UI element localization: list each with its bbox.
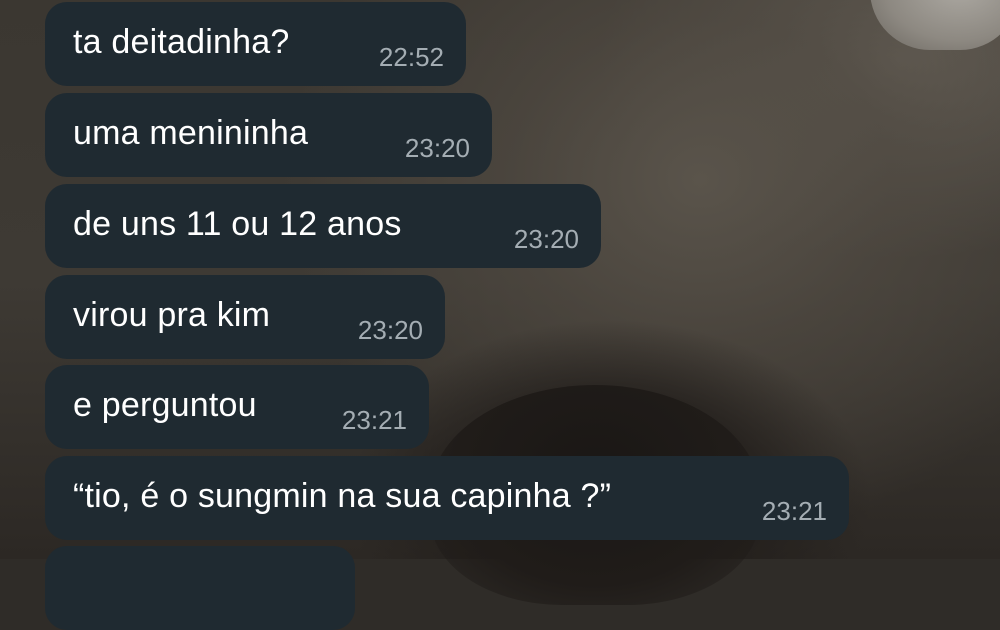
message-text: ta deitadinha? bbox=[73, 23, 290, 61]
message-bubble[interactable]: e perguntou 23:21 bbox=[45, 365, 429, 449]
message-bubble[interactable]: uma menininha 23:20 bbox=[45, 93, 492, 177]
message-text: “tio, é o sungmin na sua capinha ?” bbox=[73, 477, 612, 515]
message-timestamp: 23:20 bbox=[513, 224, 579, 254]
message-text: uma menininha bbox=[73, 114, 309, 152]
message-bubble[interactable]: “tio, é o sungmin na sua capinha ?” 23:2… bbox=[45, 456, 849, 540]
message-timestamp: 23:20 bbox=[404, 133, 470, 163]
message-bubble[interactable]: de uns 11 ou 12 anos 23:20 bbox=[45, 184, 601, 268]
message-timestamp: 23:21 bbox=[761, 496, 827, 526]
message-list[interactable]: ta deitadinha? 22:52 uma menininha 23:20… bbox=[0, 0, 1000, 630]
message-text: virou pra kim bbox=[73, 296, 271, 334]
message-bubble[interactable]: ta deitadinha? 22:52 bbox=[45, 2, 466, 86]
message-text: de uns 11 ou 12 anos bbox=[73, 205, 402, 243]
message-timestamp: 23:21 bbox=[341, 405, 407, 435]
message-timestamp: 22:52 bbox=[378, 42, 444, 72]
message-timestamp: 23:20 bbox=[357, 315, 423, 345]
message-bubble[interactable]: virou pra kim 23:20 bbox=[45, 275, 445, 359]
message-text: e perguntou bbox=[73, 386, 257, 424]
